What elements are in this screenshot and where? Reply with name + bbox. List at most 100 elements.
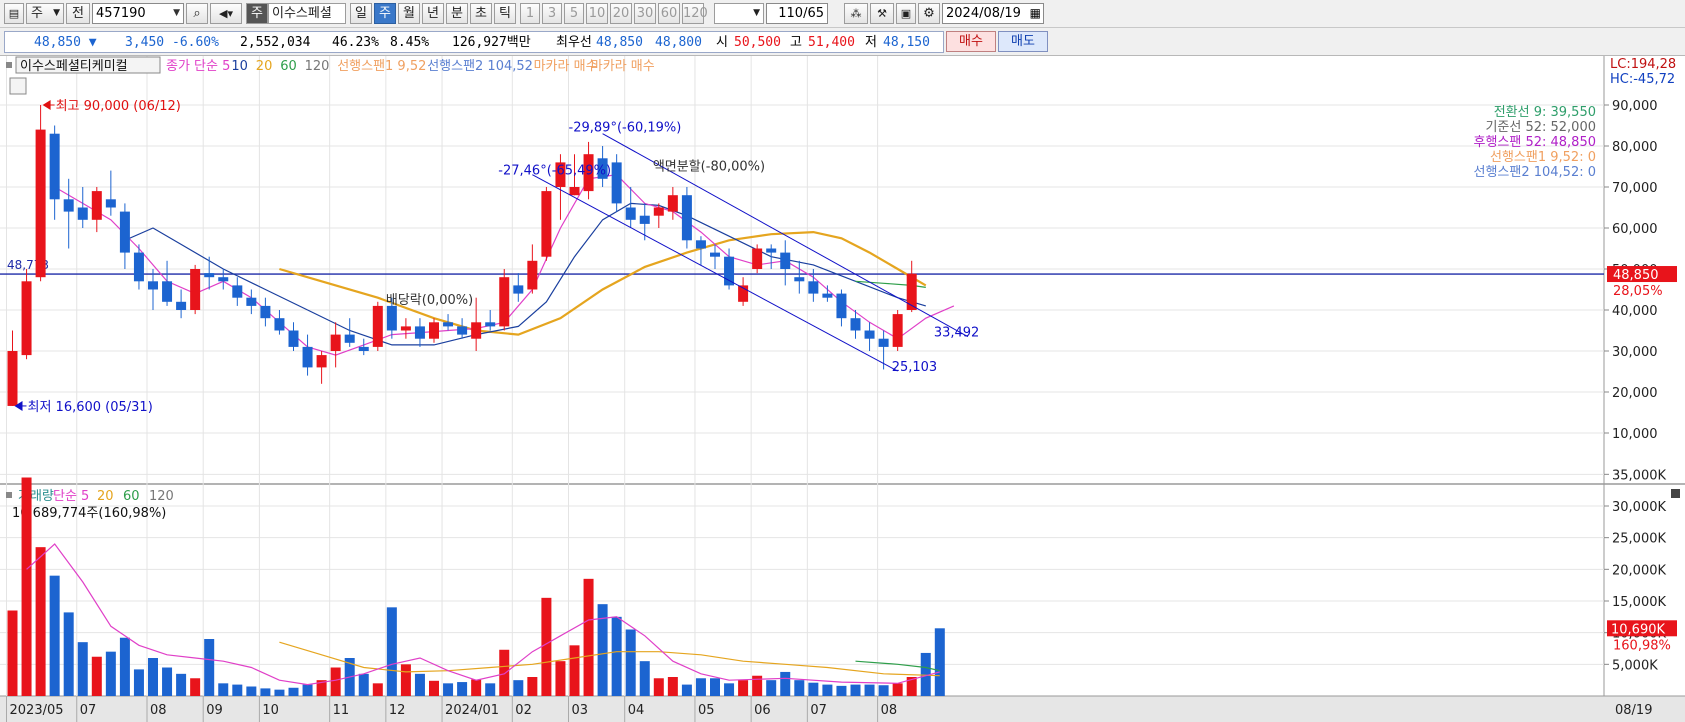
volume-bar-13 [190,678,201,696]
quote-change: 3,450 [125,35,165,50]
period-select[interactable]: 주 ▼ [26,3,64,24]
candle-body-17 [246,297,257,306]
candle-body-18 [260,305,271,319]
volume-ytick-label-2: 15,000K [1612,595,1666,610]
candle-body-43 [611,162,622,204]
tool-icon[interactable]: ⚒ [870,3,894,24]
annotation-1: 최저 16,600 (05/31) [28,400,153,415]
volume-bar-52 [738,680,749,696]
quote-high: 51,400 [808,35,855,50]
candle-body-26 [372,305,383,347]
candle-body-56 [794,277,805,282]
volume-bar-50 [710,678,720,696]
toolbar: ▤ 주 ▼ 전 457190 ▼ ⌕ ◀▾ 주 이수스페셜 일주월년분초틱 1351… [0,0,1685,28]
volume-bar-47 [667,677,678,696]
volume-bar-62 [878,685,889,696]
period-tab-5[interactable]: 초 [470,3,492,24]
volume-bar-21 [302,684,313,696]
volume-bar-9 [133,669,144,696]
chevron-down-icon: ▼ [53,8,60,18]
date-input[interactable]: 2024/08/19 ▦ [942,3,1044,24]
buy-button[interactable]: 매수 [946,31,996,52]
volume-bar-19 [274,689,285,696]
interval-tab-60[interactable]: 60 [658,3,680,24]
gear-icon[interactable]: ⚙ [918,3,940,24]
volume-bar-48 [681,684,692,696]
period-tab-6[interactable]: 틱 [494,3,516,24]
ichimoku-legend-1: 기준선 52: 52,000 [1485,120,1596,135]
x-tick-label-3: 09 [206,703,223,718]
interval-tab-120[interactable]: 120 [682,3,708,24]
x-tick-label-4: 10 [262,703,279,718]
candle-body-40 [569,187,580,196]
candle-body-15 [218,277,229,282]
save-icon[interactable]: ▣ [896,3,916,24]
sell-button[interactable]: 매도 [998,31,1048,52]
interval-tab-20[interactable]: 20 [610,3,632,24]
annotation-5: -27,46°(-65,49%) [498,164,611,179]
weekly-marker-icon[interactable]: 주 [246,3,268,24]
price-legend-2: 20 [256,59,273,74]
volume-ytick-label-3: 20,000K [1612,563,1666,578]
volume-legend-4: 120 [149,489,174,504]
candle-body-24 [344,334,355,343]
candle-body-12 [176,301,187,310]
quote-bar: 48,850 ▼ 3,450 -6.60% 2,552,034 46.23% 8… [0,28,1685,56]
volume-bar-32 [457,682,468,696]
interval-dropdown[interactable]: ▼ [714,3,764,24]
candle-body-23 [330,334,341,351]
candle-body-54 [766,248,777,253]
quote-low-label: 저 [865,35,877,50]
interval-tab-5[interactable]: 5 [564,3,584,24]
interval-tab-3[interactable]: 3 [542,3,562,24]
quote-volume-ratio: 46.23% [332,35,379,50]
crosshair-icon[interactable]: ⁂ [844,3,868,24]
candle-body-61 [864,330,875,339]
volume-bar-54 [766,680,777,696]
end-date-label: 08/19 [1615,703,1652,718]
period-tab-2[interactable]: 월 [398,3,420,24]
volume-bar-12 [176,673,187,696]
volume-bar-27 [386,607,397,696]
candle-body-6 [91,191,102,220]
volume-legend-bullet-icon [6,492,12,498]
speaker-icon[interactable]: ◀▾ [210,3,242,24]
period-tab-0[interactable]: 일 [350,3,372,24]
volume-bar-38 [541,597,552,696]
code-input[interactable]: 457190 ▼ [92,3,184,24]
quote-best-label: 최우선 [556,35,592,50]
candle-body-4 [63,199,74,212]
price-legend-4: 120 [305,59,330,74]
volume-label: 10,689,774주(160,98%) [12,506,166,521]
period-tab-3[interactable]: 년 [422,3,444,24]
volume-bar-58 [822,684,833,696]
stock-chart[interactable]: 2023/05 07 08 09 10 11 12 2024/01 02 03 04 05 06 07 08… [0,56,1685,722]
interval-tab-1[interactable]: 1 [520,3,540,24]
candle-body-58 [822,293,833,298]
volume-bar-57 [808,682,819,696]
interval-tab-10[interactable]: 10 [586,3,608,24]
count-input[interactable]: 110/65 [766,3,828,24]
x-tick-label-8: 02 [515,703,532,718]
candle-body-10 [148,281,158,290]
candle-body-49 [695,240,706,249]
chart-background [0,56,1685,722]
x-tick-label-11: 05 [698,703,715,718]
stock-name[interactable]: 이수스페셜 [268,3,346,24]
prev-button[interactable]: 전 [66,3,90,24]
volume-bar-41 [583,578,594,696]
layout-icon[interactable]: ▤ [4,3,24,24]
x-tick-label-14: 08 [881,703,898,718]
x-axis-area [0,696,1685,722]
candle-body-32 [457,326,468,335]
volume-bar-16 [232,684,243,696]
period-tab-4[interactable]: 분 [446,3,468,24]
ichimoku-legend-3: 선행스팬1 9,52: 0 [1490,149,1596,165]
quote-change-pct: -6.60% [172,35,219,50]
volume-current-pct: 160,98% [1613,638,1671,653]
price-legend-8: 마카라 매수 [591,59,655,74]
interval-tab-30[interactable]: 30 [634,3,656,24]
volume-bar-20 [288,687,299,696]
period-tab-1[interactable]: 주 [374,3,396,24]
search-icon[interactable]: ⌕ [186,3,208,24]
